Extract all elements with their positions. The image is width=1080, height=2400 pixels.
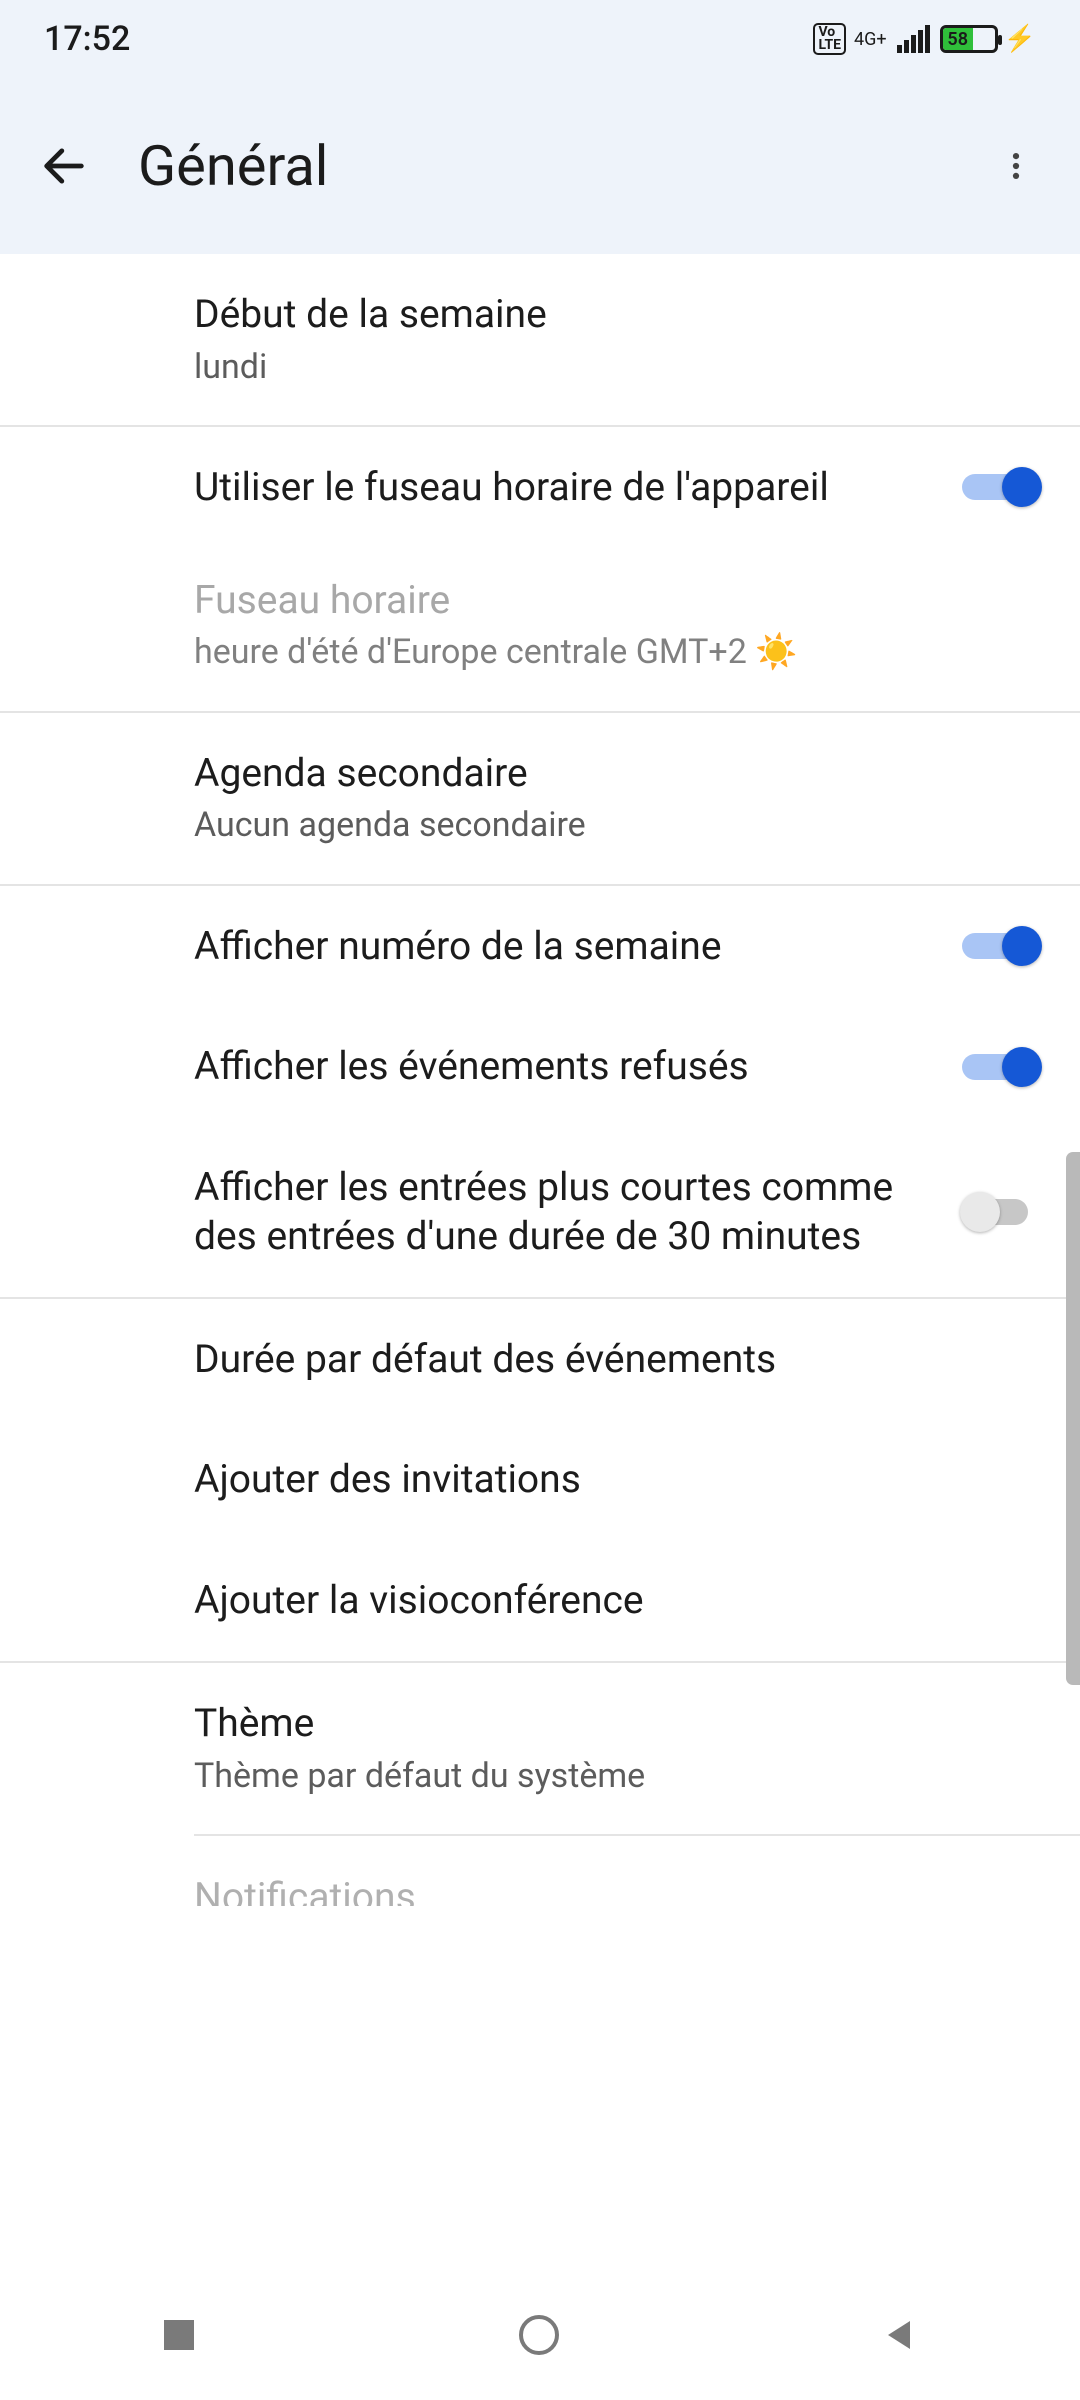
- nav-back-button[interactable]: [880, 2315, 920, 2355]
- switch-use-device-timezone[interactable]: [962, 468, 1040, 506]
- setting-value: lundi: [194, 345, 1020, 389]
- setting-title: Afficher les entrées plus courtes comme …: [194, 1163, 942, 1261]
- switch-show-week-number[interactable]: [962, 927, 1040, 965]
- overflow-menu-button[interactable]: [986, 136, 1046, 196]
- setting-title: Utiliser le fuseau horaire de l'appareil: [194, 463, 942, 512]
- back-button[interactable]: [34, 136, 94, 196]
- settings-list: Début de la semaine lundi Utiliser le fu…: [0, 254, 1080, 1906]
- setting-value: heure d'été d'Europe centrale GMT+2 ☀️: [194, 630, 1020, 674]
- setting-title: Ajouter des invitations: [194, 1455, 1020, 1504]
- setting-short-entries-30min[interactable]: Afficher les entrées plus courtes comme …: [0, 1127, 1080, 1297]
- setting-title: Thème: [194, 1699, 1020, 1748]
- setting-add-invitations[interactable]: Ajouter des invitations: [0, 1419, 1080, 1540]
- setting-title: Agenda secondaire: [194, 749, 1020, 798]
- square-icon: [160, 2316, 198, 2354]
- page-title: Général: [138, 133, 986, 199]
- setting-notifications[interactable]: Notifications: [0, 1836, 1080, 1906]
- charging-icon: ⚡: [1004, 24, 1036, 54]
- triangle-left-icon: [880, 2315, 920, 2355]
- setting-show-week-number[interactable]: Afficher numéro de la semaine: [0, 886, 1080, 1007]
- circle-icon: [517, 2313, 561, 2357]
- nav-recent-button[interactable]: [160, 2316, 198, 2354]
- navigation-bar: [0, 2270, 1080, 2400]
- arrow-left-icon: [38, 140, 90, 192]
- more-vert-icon: [999, 149, 1033, 183]
- status-time: 17:52: [44, 19, 130, 59]
- setting-alternate-calendar[interactable]: Agenda secondaire Aucun agenda secondair…: [0, 713, 1080, 884]
- setting-title: Durée par défaut des événements: [194, 1335, 1020, 1384]
- setting-show-declined-events[interactable]: Afficher les événements refusés: [0, 1006, 1080, 1127]
- switch-short-entries[interactable]: [962, 1193, 1040, 1231]
- setting-add-videoconference[interactable]: Ajouter la visioconférence: [0, 1540, 1080, 1661]
- setting-week-start[interactable]: Début de la semaine lundi: [0, 254, 1080, 425]
- status-bar: 17:52 Vo LTE 4G+ 58 ⚡: [0, 0, 1080, 78]
- setting-title: Début de la semaine: [194, 290, 1020, 339]
- setting-timezone: Fuseau horaire heure d'été d'Europe cent…: [0, 548, 1080, 711]
- switch-show-declined[interactable]: [962, 1048, 1040, 1086]
- nav-home-button[interactable]: [517, 2313, 561, 2357]
- setting-value: Thème par défaut du système: [194, 1754, 1020, 1798]
- setting-value: Aucun agenda secondaire: [194, 803, 1020, 847]
- battery-icon: 58: [940, 25, 998, 53]
- setting-title: Afficher les événements refusés: [194, 1042, 942, 1091]
- network-type-label: 4G+: [854, 29, 887, 50]
- app-bar: Général: [0, 78, 1080, 254]
- setting-title: Afficher numéro de la semaine: [194, 922, 942, 971]
- status-right: Vo LTE 4G+ 58 ⚡: [813, 23, 1036, 54]
- setting-default-event-duration[interactable]: Durée par défaut des événements: [0, 1299, 1080, 1420]
- scrollbar-thumb[interactable]: [1066, 1152, 1080, 1685]
- setting-theme[interactable]: Thème Thème par défaut du système: [0, 1663, 1080, 1834]
- setting-title: Notifications: [194, 1874, 416, 1906]
- setting-title: Fuseau horaire: [194, 576, 1020, 625]
- setting-use-device-timezone[interactable]: Utiliser le fuseau horaire de l'appareil: [0, 427, 1080, 548]
- battery-percent: 58: [943, 28, 973, 50]
- signal-strength-icon: [897, 25, 930, 53]
- setting-title: Ajouter la visioconférence: [194, 1576, 1020, 1625]
- volte-icon: Vo LTE: [813, 23, 846, 54]
